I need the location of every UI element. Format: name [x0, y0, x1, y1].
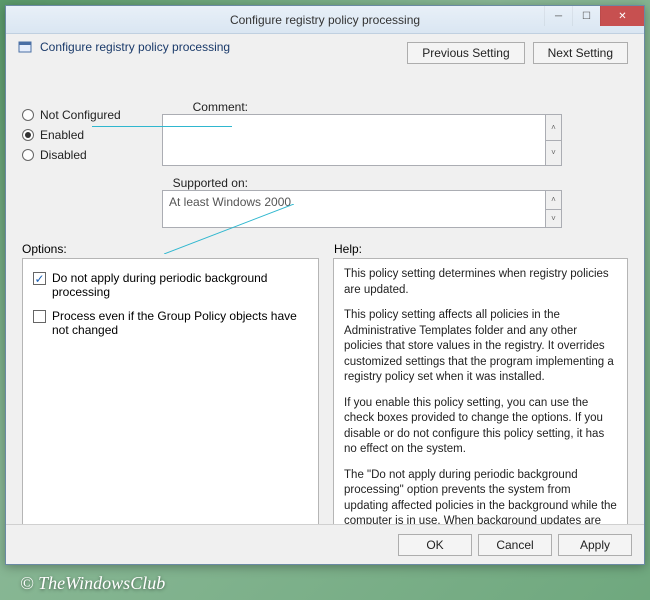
radio-label: Enabled: [40, 128, 84, 142]
help-paragraph: This policy setting affects all policies…: [344, 308, 617, 386]
close-button[interactable]: ✕: [600, 6, 644, 26]
maximize-button[interactable]: ☐: [572, 6, 600, 26]
radio-icon: [22, 149, 34, 161]
comment-textarea[interactable]: ˄ ˅: [162, 114, 562, 166]
comment-scroll: ˄ ˅: [545, 115, 561, 165]
radio-label: Not Configured: [40, 108, 121, 122]
supported-label: Supported on:: [162, 174, 252, 190]
checkbox-icon: [33, 310, 46, 323]
comment-label: Comment:: [162, 98, 252, 114]
checkbox-label: Do not apply during periodic background …: [52, 271, 308, 299]
supported-on-box: At least Windows 2000 ˄ ˅: [162, 190, 562, 228]
radio-icon: [22, 129, 34, 141]
watermark-text: © TheWindowsClub: [20, 573, 165, 594]
scroll-up-icon[interactable]: ˄: [545, 191, 561, 210]
options-panel: ✓ Do not apply during periodic backgroun…: [22, 258, 319, 552]
dialog-window: Configure registry policy processing ─ ☐…: [5, 5, 645, 565]
titlebar[interactable]: Configure registry policy processing ─ ☐…: [6, 6, 644, 34]
scroll-down-icon[interactable]: ˅: [545, 210, 561, 228]
options-label: Options:: [22, 242, 320, 256]
checkbox-icon: ✓: [33, 272, 46, 285]
minimize-button[interactable]: ─: [544, 6, 572, 26]
help-paragraph: This policy setting determines when regi…: [344, 267, 617, 298]
help-label: Help:: [334, 242, 362, 256]
ok-button[interactable]: OK: [398, 534, 472, 556]
radio-not-configured[interactable]: Not Configured: [22, 108, 162, 122]
help-text-scroll[interactable]: This policy setting determines when regi…: [334, 259, 627, 551]
supported-scroll: ˄ ˅: [545, 191, 561, 227]
help-paragraph: If you enable this policy setting, you c…: [344, 396, 617, 458]
radio-disabled[interactable]: Disabled: [22, 148, 162, 162]
scroll-up-icon[interactable]: ˄: [545, 115, 561, 141]
previous-setting-button[interactable]: Previous Setting: [407, 42, 524, 64]
dialog-button-bar: OK Cancel Apply: [6, 524, 644, 564]
radio-icon: [22, 109, 34, 121]
apply-button[interactable]: Apply: [558, 534, 632, 556]
supported-value: At least Windows 2000: [169, 195, 291, 209]
panel-labels: Options: Help:: [6, 236, 644, 258]
next-setting-button[interactable]: Next Setting: [533, 42, 628, 64]
checkbox-label: Process even if the Group Policy objects…: [52, 309, 308, 337]
policy-icon: [18, 40, 32, 54]
scroll-down-icon[interactable]: ˅: [545, 141, 561, 166]
state-radiogroup: Not Configured Enabled Disabled: [22, 98, 162, 168]
window-controls: ─ ☐ ✕: [544, 6, 644, 26]
radio-label: Disabled: [40, 148, 87, 162]
help-panel: This policy setting determines when regi…: [333, 258, 628, 552]
checkbox-process-unchanged[interactable]: Process even if the Group Policy objects…: [33, 309, 308, 337]
header-label: Configure registry policy processing: [40, 40, 230, 54]
checkbox-no-background-processing[interactable]: ✓ Do not apply during periodic backgroun…: [33, 271, 308, 299]
nav-buttons: Previous Setting Next Setting: [407, 42, 628, 64]
cancel-button[interactable]: Cancel: [478, 534, 552, 556]
radio-enabled[interactable]: Enabled: [22, 128, 162, 142]
